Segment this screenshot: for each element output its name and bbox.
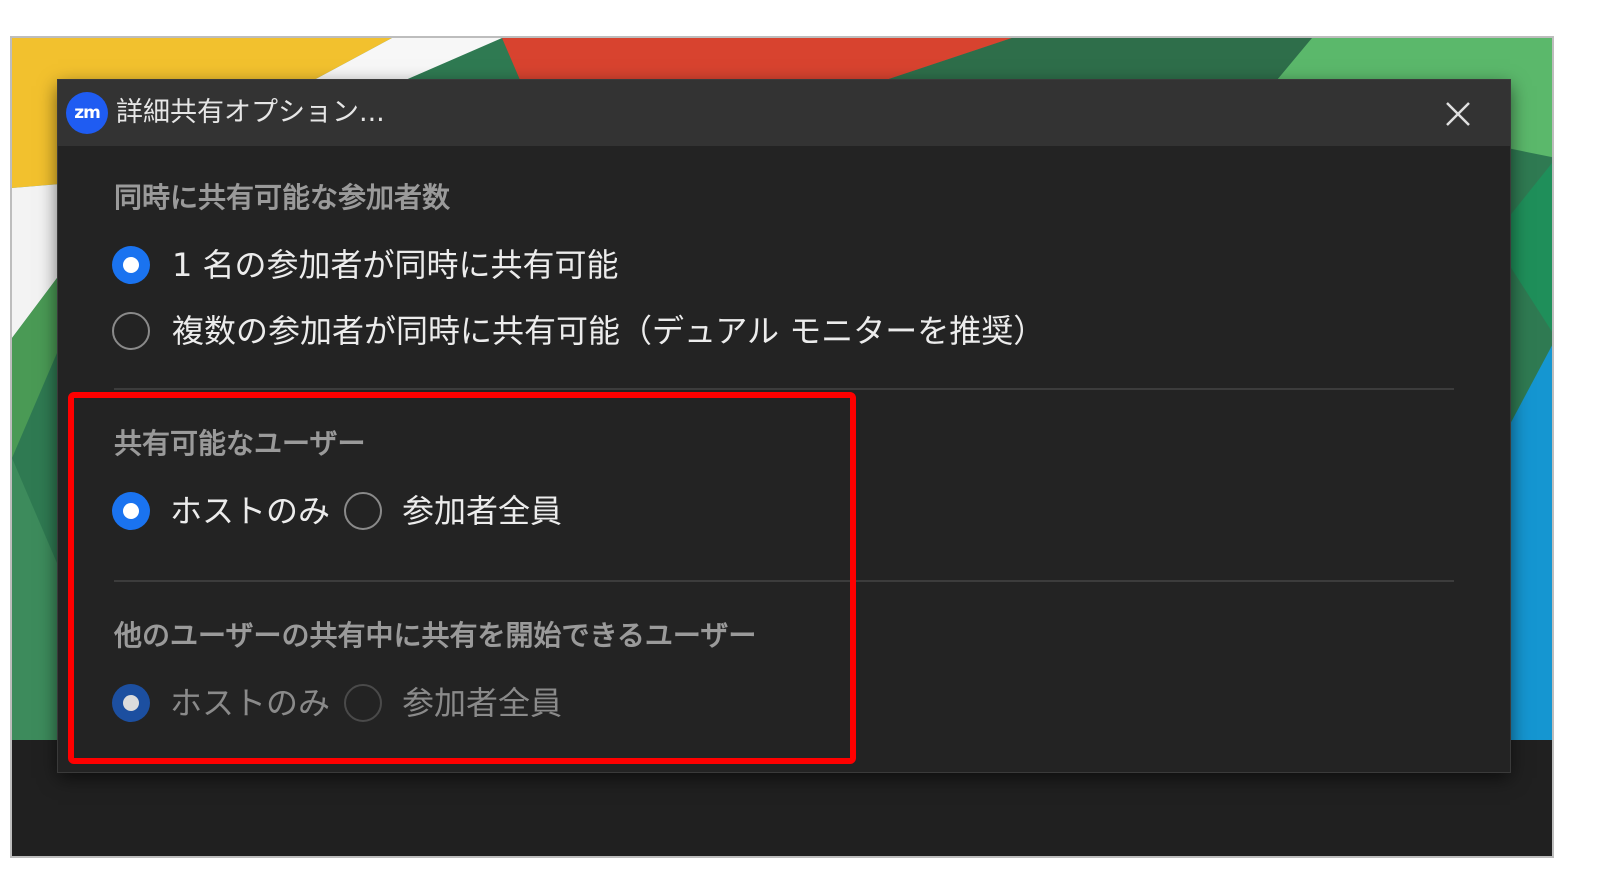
section-label-simultaneous: 同時に共有可能な参加者数: [114, 181, 451, 214]
option-single-participant[interactable]: 1 名の参加者が同時に共有可能: [112, 242, 619, 288]
zoom-logo-icon: zm: [66, 92, 108, 134]
option-label[interactable]: 1 名の参加者が同時に共有可能: [172, 242, 619, 288]
annotation-highlight-box: [68, 392, 856, 764]
title-bar[interactable]: zm 詳細共有オプション...: [58, 80, 1510, 146]
close-icon: [1446, 102, 1470, 126]
option-label[interactable]: 複数の参加者が同時に共有可能（デュアル モニターを推奨）: [172, 308, 1045, 354]
option-multiple-participants[interactable]: 複数の参加者が同時に共有可能（デュアル モニターを推奨）: [112, 308, 1045, 354]
radio-single-participant[interactable]: [112, 246, 150, 284]
close-button[interactable]: [1438, 94, 1478, 134]
dialog-title: 詳細共有オプション...: [116, 97, 385, 128]
radio-multiple-participants[interactable]: [112, 312, 150, 350]
divider: [114, 388, 1454, 390]
